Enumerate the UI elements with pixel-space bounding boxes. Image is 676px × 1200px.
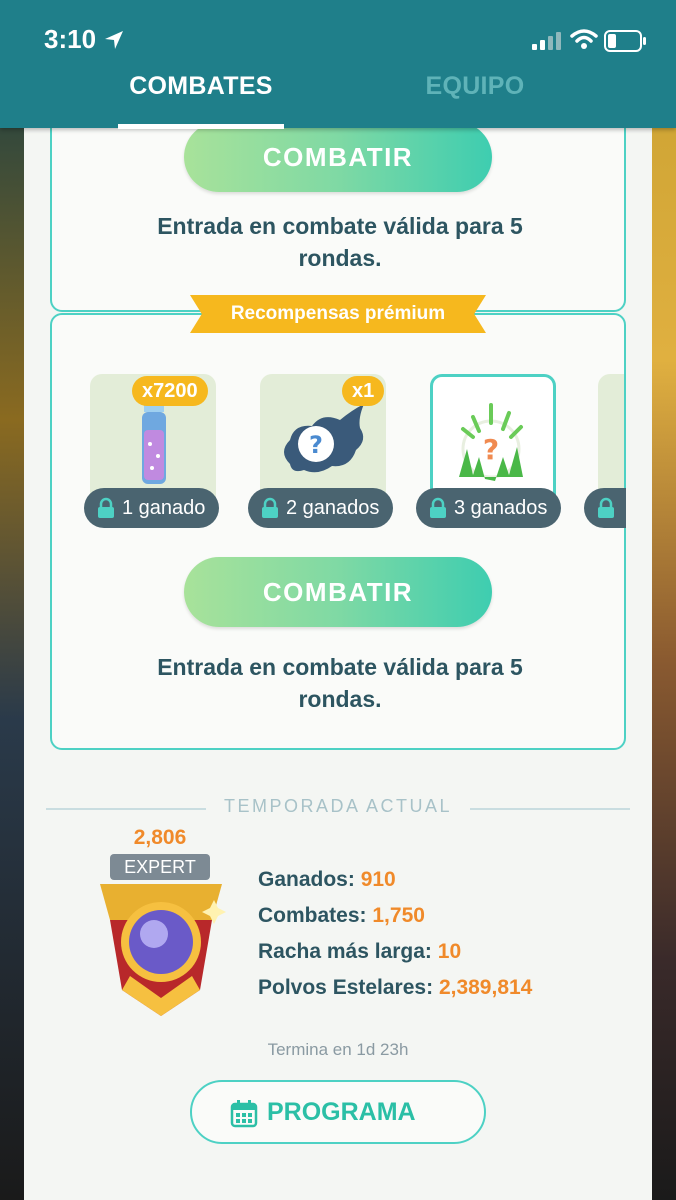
reward-status-pill-1: 1 ganado (84, 488, 220, 528)
season-title: TEMPORADA ACTUAL (223, 796, 453, 816)
calendar-icon (230, 1100, 258, 1128)
reward-badge-2: x1 (342, 376, 385, 406)
programa-label: PROGRAMA (267, 1098, 416, 1126)
wifi-icon (570, 29, 598, 49)
background-art-right (652, 0, 676, 1200)
reward-status-label: 2 ganados (286, 497, 380, 519)
battery-icon (604, 30, 646, 52)
active-tab-indicator (118, 124, 284, 129)
programa-button[interactable]: PROGRAMA (190, 1080, 486, 1144)
expert-medal-icon (100, 884, 226, 1016)
combatir-button[interactable]: COMBATIR (184, 122, 492, 192)
app-header: 3:10 COMBATES EQUIPO (0, 0, 676, 129)
stat-battles: Combates: 1,750 (258, 904, 425, 927)
lock-icon (430, 497, 446, 518)
premium-info-line1: Entrada en combate válida para 5 (157, 654, 523, 680)
svg-text:?: ? (309, 431, 323, 459)
premium-combatir-button[interactable]: COMBATIR (184, 557, 492, 627)
season-rating: 2,806 (133, 826, 187, 849)
status-time: 3:10 (44, 24, 97, 54)
reward-status-pill-3: 3 ganados (416, 488, 562, 528)
premium-rewards-ribbon: Recompensas prémium (190, 295, 486, 333)
tab-combates[interactable]: COMBATES (118, 72, 284, 101)
reward-badge-1: x7200 (132, 376, 208, 406)
location-arrow-icon (105, 31, 123, 49)
status-bar: 3:10 (0, 0, 676, 60)
battle-card-top: COMBATIR Entrada en combate válida para … (50, 100, 626, 312)
lock-icon (598, 497, 614, 518)
stat-wins: Ganados: 910 (258, 868, 396, 891)
battle-info-line2: rondas. (298, 245, 382, 271)
season-divider-left (46, 808, 206, 810)
reward-status-pill-2: 2 ganados (248, 488, 394, 528)
reward-status-pill-4-partial (584, 488, 626, 528)
cellular-signal-icon (532, 32, 561, 50)
season-ends-text: Termina en 1d 23h (267, 1040, 409, 1059)
premium-info-line2: rondas. (298, 686, 382, 712)
lock-icon (262, 497, 278, 518)
svg-text:?: ? (483, 433, 499, 466)
tab-equipo[interactable]: EQUIPO (400, 72, 550, 101)
battle-info-line1: Entrada en combate válida para 5 (157, 213, 523, 239)
stat-longest-streak: Racha más larga: 10 (258, 940, 462, 963)
lock-icon (98, 497, 114, 518)
stat-stardust: Polvos Estelares: 2,389,814 (258, 976, 533, 999)
reward-status-label: 1 ganado (122, 497, 206, 519)
background-art-left (0, 0, 24, 1200)
reward-status-label: 3 ganados (454, 497, 548, 519)
season-divider-right (470, 808, 630, 810)
rank-badge: EXPERT (110, 854, 210, 880)
